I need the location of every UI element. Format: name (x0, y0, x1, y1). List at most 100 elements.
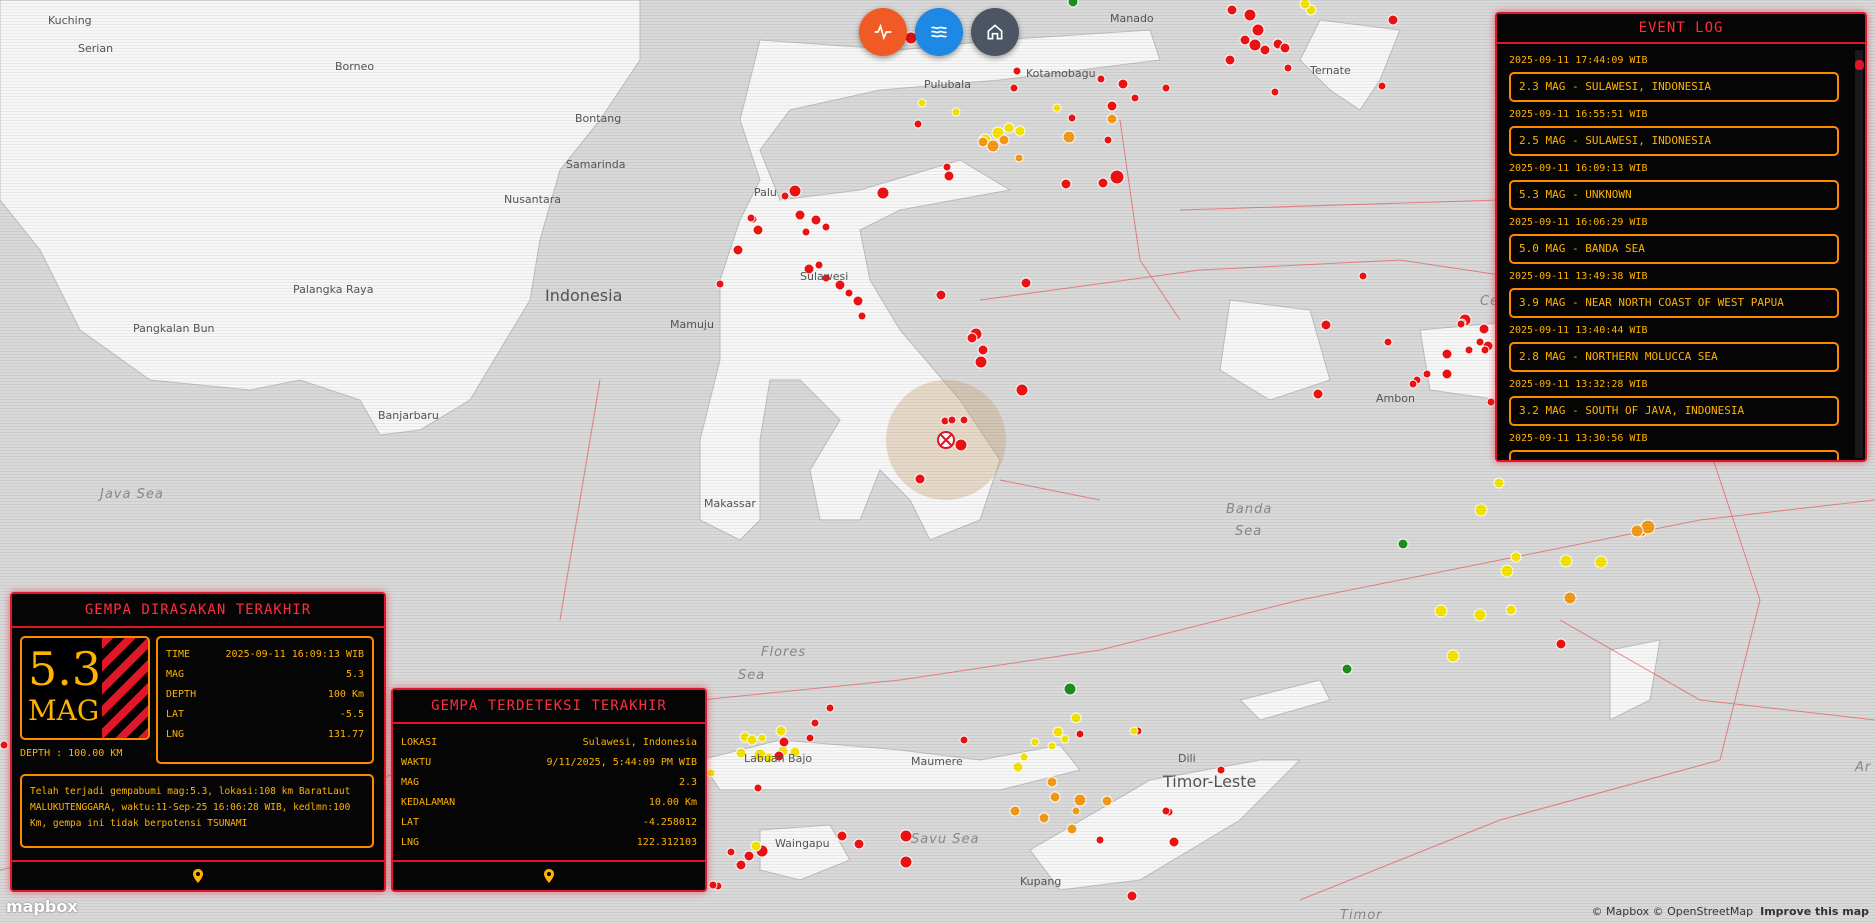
quake-marker[interactable] (1073, 793, 1087, 807)
quake-marker[interactable] (1067, 113, 1077, 123)
quake-marker[interactable] (810, 718, 820, 728)
quake-marker[interactable] (1095, 835, 1105, 845)
event-log-item[interactable]: 2025-09-11 16:55:51 WIB 2.5 MAG - SULAWES… (1497, 107, 1851, 156)
quake-marker[interactable] (753, 783, 763, 793)
quake-marker[interactable] (821, 222, 831, 232)
quake-marker[interactable] (794, 209, 806, 221)
quake-marker[interactable] (1015, 383, 1029, 397)
event-log-item[interactable]: 2025-09-11 13:30:56 WIB (1497, 431, 1851, 460)
quake-marker[interactable] (1066, 823, 1078, 835)
event-log-item[interactable]: 2025-09-11 13:32:28 WIB 3.2 MAG - SOUTH O… (1497, 377, 1851, 426)
quake-marker[interactable] (977, 136, 989, 148)
quake-marker[interactable] (1500, 564, 1514, 578)
quake-marker[interactable] (1630, 524, 1644, 538)
quake-marker[interactable] (752, 224, 764, 236)
quake-marker[interactable] (1096, 74, 1106, 84)
scrollbar-track[interactable] (1855, 50, 1863, 458)
quake-marker[interactable] (1071, 806, 1081, 816)
quake-marker[interactable] (1248, 38, 1262, 52)
quake-marker[interactable] (977, 344, 989, 356)
event-log-list[interactable]: 2025-09-11 17:44:09 WIB 2.3 MAG - SULAWES… (1497, 48, 1851, 460)
quake-marker[interactable] (1009, 83, 1019, 93)
event-summary[interactable]: 5.0 MAG - BANDA SEA (1509, 234, 1839, 264)
event-log-item[interactable]: 2025-09-11 16:06:29 WIB 5.0 MAG - BANDA S… (1497, 215, 1851, 264)
quake-marker[interactable] (1283, 63, 1293, 73)
quake-marker[interactable] (844, 288, 854, 298)
quake-marker[interactable] (1563, 591, 1577, 605)
quake-marker[interactable] (726, 847, 736, 857)
quake-marker[interactable] (1312, 388, 1324, 400)
quake-marker[interactable] (1168, 836, 1180, 848)
quake-marker[interactable] (1038, 812, 1050, 824)
quake-marker[interactable] (1251, 23, 1265, 37)
quake-marker[interactable] (788, 184, 802, 198)
quake-marker[interactable] (1046, 776, 1058, 788)
quake-marker[interactable] (959, 735, 969, 745)
quake-marker[interactable] (735, 859, 747, 871)
quake-marker[interactable] (1441, 348, 1453, 360)
quake-marker[interactable] (1279, 42, 1291, 54)
event-summary[interactable]: 2.8 MAG - NORTHERN MOLUCCA SEA (1509, 342, 1839, 372)
event-log-item[interactable]: 2025-09-11 13:49:38 WIB 3.9 MAG - NEAR NO… (1497, 269, 1851, 318)
quake-marker[interactable] (951, 107, 961, 117)
quake-marker[interactable] (814, 260, 824, 270)
quake-marker[interactable] (1239, 34, 1251, 46)
quake-marker[interactable] (1130, 93, 1140, 103)
quake-marker[interactable] (1377, 81, 1387, 91)
quake-marker[interactable] (857, 311, 867, 321)
quake-marker[interactable] (706, 768, 716, 778)
quake-marker[interactable] (1003, 122, 1015, 134)
quake-marker[interactable] (935, 289, 947, 301)
quake-marker[interactable] (942, 162, 952, 172)
event-log-item[interactable]: 2025-09-11 13:40:44 WIB 2.8 MAG - NORTHER… (1497, 323, 1851, 372)
quake-marker[interactable] (998, 134, 1010, 146)
quake-marker[interactable] (1434, 604, 1448, 618)
quake-marker[interactable] (1049, 791, 1061, 803)
quake-marker[interactable] (1106, 113, 1118, 125)
quake-marker[interactable] (914, 473, 926, 485)
event-summary[interactable]: 2.5 MAG - SULAWESI, INDONESIA (1509, 126, 1839, 156)
quake-marker[interactable] (1019, 752, 1029, 762)
quake-marker[interactable] (1161, 83, 1171, 93)
quake-marker[interactable] (1559, 554, 1573, 568)
quake-marker[interactable] (913, 119, 923, 129)
improve-map-link[interactable]: Improve this map (1760, 905, 1869, 918)
activity-button[interactable] (859, 8, 907, 56)
quake-marker[interactable] (0, 740, 9, 750)
quake-marker[interactable] (1341, 663, 1353, 675)
quake-marker[interactable] (1106, 100, 1118, 112)
quake-marker[interactable] (1510, 551, 1522, 563)
quake-marker[interactable] (1422, 369, 1432, 379)
event-summary[interactable]: 3.9 MAG - NEAR NORTH COAST OF WEST PAPUA (1509, 288, 1839, 318)
mapbox-logo[interactable]: mapbox (6, 897, 78, 916)
quake-marker[interactable] (1075, 729, 1085, 739)
quake-marker[interactable] (1478, 323, 1490, 335)
quake-marker[interactable] (943, 170, 955, 182)
quake-marker[interactable] (1358, 271, 1368, 281)
quake-marker[interactable] (1097, 177, 1109, 189)
quake-marker[interactable] (1070, 712, 1082, 724)
event-summary[interactable] (1509, 450, 1839, 460)
quake-marker[interactable] (1012, 66, 1022, 76)
quake-marker[interactable] (899, 855, 913, 869)
quake-marker[interactable] (1030, 737, 1040, 747)
quake-marker[interactable] (954, 438, 968, 452)
quake-marker[interactable] (947, 415, 957, 425)
quake-marker[interactable] (1475, 337, 1485, 347)
quake-marker[interactable] (917, 98, 927, 108)
quake-marker[interactable] (1486, 397, 1496, 407)
quake-marker[interactable] (778, 736, 790, 748)
quake-marker[interactable] (810, 214, 822, 226)
attribution-text[interactable]: © Mapbox © OpenStreetMap (1592, 905, 1754, 918)
quake-marker[interactable] (1101, 795, 1113, 807)
quake-marker[interactable] (715, 279, 725, 289)
quake-marker[interactable] (780, 191, 790, 201)
quake-marker[interactable] (1052, 103, 1062, 113)
quake-marker[interactable] (986, 139, 1000, 153)
quake-marker[interactable] (1446, 649, 1460, 663)
quake-marker[interactable] (1456, 319, 1466, 329)
quake-marker[interactable] (836, 830, 848, 842)
waves-button[interactable] (915, 8, 963, 56)
quake-marker[interactable] (1473, 608, 1487, 622)
quake-marker[interactable] (1226, 4, 1238, 16)
